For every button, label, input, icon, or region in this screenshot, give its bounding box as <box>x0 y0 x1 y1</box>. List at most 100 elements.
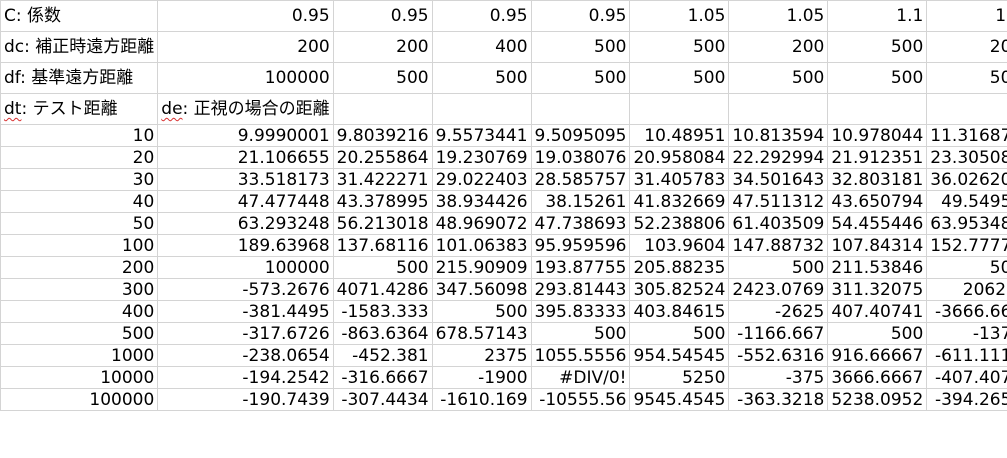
dt-cell[interactable]: 400 <box>0 300 159 323</box>
value-cell[interactable]: 500 <box>827 322 928 345</box>
value-cell[interactable]: 407.40741 <box>827 300 928 323</box>
empty-cell[interactable] <box>926 93 1007 125</box>
param-value-cell[interactable]: 0.95 <box>332 0 433 32</box>
value-cell[interactable]: -552.6316 <box>728 344 829 367</box>
value-cell[interactable]: 36.026201 <box>926 168 1007 191</box>
param-value-cell[interactable]: 0.95 <box>431 0 532 32</box>
value-cell[interactable]: 101.06383 <box>431 234 532 257</box>
value-cell[interactable]: 152.77778 <box>926 234 1007 257</box>
value-cell[interactable]: 95.959596 <box>530 234 631 257</box>
dt-cell[interactable]: 100000 <box>0 388 159 411</box>
value-cell[interactable]: 31.405783 <box>629 168 730 191</box>
value-cell[interactable]: 10.813594 <box>728 124 829 147</box>
dt-cell[interactable]: 1000 <box>0 344 159 367</box>
value-cell[interactable]: -307.4434 <box>332 388 433 411</box>
param-value-cell[interactable]: 500 <box>827 62 928 94</box>
param-label-cell[interactable]: dc: 補正時遠方距離 <box>0 31 159 63</box>
value-cell[interactable]: -317.6726 <box>157 322 334 345</box>
value-cell[interactable]: 47.738693 <box>530 212 631 235</box>
value-cell[interactable]: 954.54545 <box>629 344 730 367</box>
value-cell[interactable]: 293.81443 <box>530 278 631 301</box>
value-cell[interactable]: 49.54955 <box>926 190 1007 213</box>
param-value-cell[interactable]: 500 <box>827 31 928 63</box>
value-cell[interactable]: 21.912351 <box>827 146 928 169</box>
value-cell[interactable]: 47.511312 <box>728 190 829 213</box>
param-value-cell[interactable]: 500 <box>431 62 532 94</box>
value-cell[interactable]: 2062.5 <box>926 278 1007 301</box>
value-cell[interactable]: -1166.667 <box>728 322 829 345</box>
value-cell[interactable]: 9.5573441 <box>431 124 532 147</box>
value-cell[interactable]: 10.48951 <box>629 124 730 147</box>
param-value-cell[interactable]: 500 <box>629 62 730 94</box>
value-cell[interactable]: 54.455446 <box>827 212 928 235</box>
value-cell[interactable]: 500 <box>629 322 730 345</box>
dt-cell[interactable]: 500 <box>0 322 159 345</box>
value-cell[interactable]: 9.8039216 <box>332 124 433 147</box>
dt-cell[interactable]: 40 <box>0 190 159 213</box>
value-cell[interactable]: 103.9604 <box>629 234 730 257</box>
dt-cell[interactable]: 30 <box>0 168 159 191</box>
param-value-cell[interactable]: 0.95 <box>530 0 631 32</box>
value-cell[interactable]: 20.255864 <box>332 146 433 169</box>
value-cell[interactable]: 147.88732 <box>728 234 829 257</box>
dt-label-cell[interactable]: dt: テスト距離 <box>0 93 159 125</box>
param-value-cell[interactable]: 500 <box>530 62 631 94</box>
value-cell[interactable]: 2423.0769 <box>728 278 829 301</box>
value-cell[interactable]: 5238.0952 <box>827 388 928 411</box>
param-label-cell[interactable]: C: 係数 <box>0 0 159 32</box>
param-value-cell[interactable]: 400 <box>431 31 532 63</box>
value-cell[interactable]: -1610.169 <box>431 388 532 411</box>
value-cell[interactable]: 56.213018 <box>332 212 433 235</box>
param-value-cell[interactable]: 500 <box>530 31 631 63</box>
value-cell[interactable]: -363.3218 <box>728 388 829 411</box>
value-cell[interactable]: -10555.56 <box>530 388 631 411</box>
value-cell[interactable]: 678.57143 <box>431 322 532 345</box>
value-cell[interactable]: -3666.667 <box>926 300 1007 323</box>
value-cell[interactable]: 63.293248 <box>157 212 334 235</box>
empty-cell[interactable] <box>530 93 631 125</box>
value-cell[interactable]: 10.978044 <box>827 124 928 147</box>
dt-cell[interactable]: 200 <box>0 256 159 279</box>
param-value-cell[interactable]: 1.05 <box>728 0 829 32</box>
empty-cell[interactable] <box>827 93 928 125</box>
value-cell[interactable]: -375 <box>728 366 829 389</box>
value-cell[interactable]: 916.66667 <box>827 344 928 367</box>
value-cell[interactable]: 189.63968 <box>157 234 334 257</box>
value-cell[interactable]: 500 <box>728 256 829 279</box>
param-value-cell[interactable]: 1.1 <box>827 0 928 32</box>
param-value-cell[interactable]: 500 <box>629 31 730 63</box>
value-cell[interactable]: 38.15261 <box>530 190 631 213</box>
value-cell[interactable]: -1375 <box>926 322 1007 345</box>
value-cell[interactable]: 61.403509 <box>728 212 829 235</box>
empty-cell[interactable] <box>431 93 532 125</box>
param-value-cell[interactable]: 200 <box>157 31 334 63</box>
value-cell[interactable]: -316.6667 <box>332 366 433 389</box>
dt-cell[interactable]: 10 <box>0 124 159 147</box>
param-value-cell[interactable]: 1.05 <box>629 0 730 32</box>
value-cell[interactable]: 4071.4286 <box>332 278 433 301</box>
param-value-cell[interactable]: 500 <box>728 62 829 94</box>
value-cell[interactable]: 500 <box>431 300 532 323</box>
value-cell[interactable]: 500 <box>332 256 433 279</box>
dt-cell[interactable]: 10000 <box>0 366 159 389</box>
value-cell[interactable]: -194.2542 <box>157 366 334 389</box>
param-value-cell[interactable]: 500 <box>926 62 1007 94</box>
value-cell[interactable]: 215.90909 <box>431 256 532 279</box>
value-cell[interactable]: 63.953488 <box>926 212 1007 235</box>
value-cell[interactable]: -2625 <box>728 300 829 323</box>
value-cell[interactable]: 3666.6667 <box>827 366 928 389</box>
value-cell[interactable]: 31.422271 <box>332 168 433 191</box>
dt-cell[interactable]: 100 <box>0 234 159 257</box>
value-cell[interactable]: 20.958084 <box>629 146 730 169</box>
value-cell[interactable]: 38.934426 <box>431 190 532 213</box>
value-cell[interactable]: #DIV/0! <box>530 366 631 389</box>
value-cell[interactable]: 47.477448 <box>157 190 334 213</box>
value-cell[interactable]: 28.585757 <box>530 168 631 191</box>
value-cell[interactable]: -394.2652 <box>926 388 1007 411</box>
value-cell[interactable]: 48.969072 <box>431 212 532 235</box>
empty-cell[interactable] <box>629 93 730 125</box>
value-cell[interactable]: 305.82524 <box>629 278 730 301</box>
value-cell[interactable]: 5250 <box>629 366 730 389</box>
value-cell[interactable]: 11.316872 <box>926 124 1007 147</box>
value-cell[interactable]: 395.83333 <box>530 300 631 323</box>
